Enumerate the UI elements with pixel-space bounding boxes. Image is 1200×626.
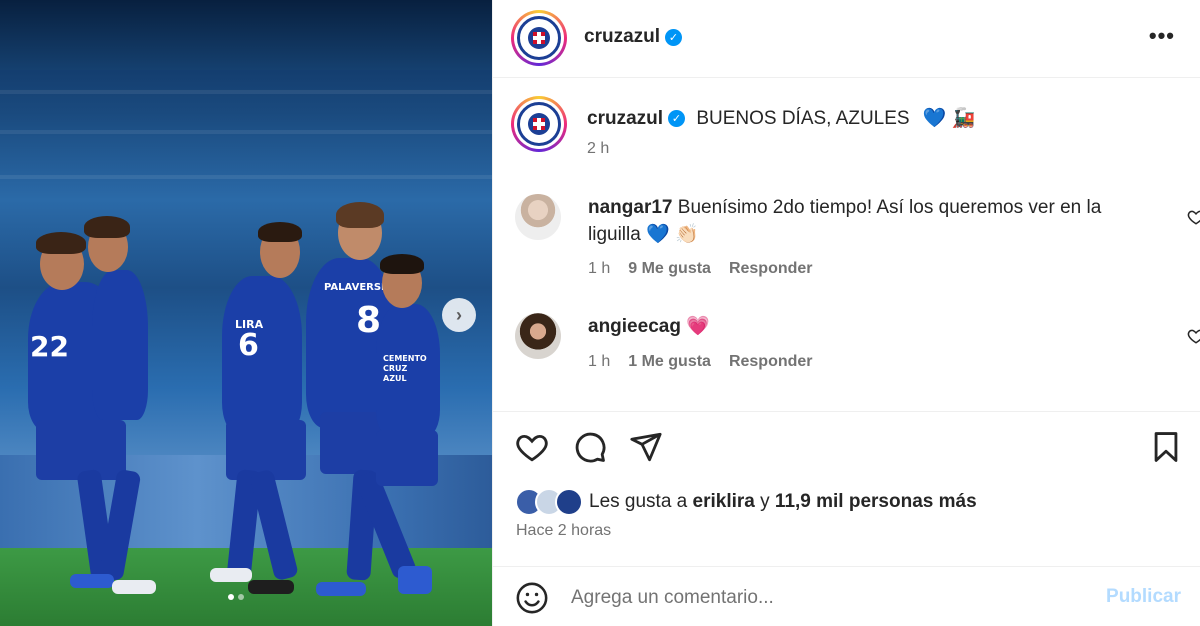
- reply-button[interactable]: Responder: [729, 260, 813, 278]
- post-side-panel: cruzazul ✓ ••• cruzazul ✓ BUENOS DÍAS, AZU…: [492, 0, 1200, 626]
- stadium-stands: [0, 0, 492, 70]
- likes-summary: Les gusta a eriklira y 11,9 mil personas…: [515, 488, 977, 516]
- stand-row: [0, 130, 492, 134]
- post-actions: Les gusta a eriklira y 11,9 mil personas…: [493, 411, 1200, 567]
- player-hair: [36, 232, 86, 254]
- crest-inner: [528, 27, 550, 49]
- comment-input[interactable]: [571, 581, 1091, 615]
- comment-time[interactable]: 1 h: [588, 353, 610, 371]
- header-user: cruzazul ✓: [584, 26, 683, 48]
- player-hair: [84, 216, 130, 238]
- sponsor-text: CEMENTO CRUZ AZUL: [383, 354, 427, 383]
- reply-button[interactable]: Responder: [729, 353, 813, 371]
- club-crest-icon: [517, 16, 561, 60]
- comment-meta: 1 h 9 Me gusta Responder: [588, 260, 813, 278]
- comment-likes[interactable]: 1 Me gusta: [628, 353, 711, 371]
- player-shoe: [112, 580, 156, 594]
- likes-others-link[interactable]: 11,9 mil personas más: [775, 491, 977, 512]
- player-shoe: [398, 566, 432, 594]
- stand-row: [0, 90, 492, 94]
- caption-avatar[interactable]: [511, 96, 567, 152]
- player-shoe: [316, 582, 366, 596]
- cross-icon: [533, 118, 545, 130]
- verified-badge-icon: ✓: [668, 110, 686, 128]
- caption-emojis: 💙 🚂: [922, 108, 976, 129]
- comment-username[interactable]: nangar17: [588, 197, 672, 218]
- more-options-button[interactable]: •••: [1148, 23, 1175, 48]
- more-horizontal-icon: •••: [1148, 23, 1175, 48]
- post-timestamp[interactable]: Hace 2 horas: [516, 522, 611, 540]
- add-comment-bar: Publicar: [493, 566, 1200, 626]
- liker-avatar: [555, 488, 583, 516]
- caption-timestamp[interactable]: 2 h: [587, 140, 609, 158]
- chevron-right-icon: ›: [456, 304, 462, 325]
- comment-emojis: 💗: [686, 316, 710, 337]
- comment-username[interactable]: angieecag: [588, 316, 681, 337]
- jersey-number: 22: [30, 330, 69, 363]
- verified-badge-icon: ✓: [665, 29, 683, 47]
- player-figure: [92, 270, 148, 420]
- player-shoe: [210, 568, 252, 582]
- caption-username[interactable]: cruzazul: [587, 108, 663, 129]
- likes-connector: y: [760, 491, 770, 512]
- profile-avatar[interactable]: [511, 10, 567, 66]
- heart-icon[interactable]: [1187, 327, 1200, 345]
- emoji-icon[interactable]: [515, 581, 549, 615]
- player-hair: [258, 222, 302, 242]
- player-figure: [222, 276, 302, 434]
- post-media: 22 LIRA 6 PALAVERSINA 8 CEMENTO CRUZ AZU…: [0, 0, 492, 626]
- jersey-number: 6: [238, 328, 259, 363]
- carousel-next-button[interactable]: ›: [442, 298, 476, 332]
- player-shorts: [376, 430, 438, 486]
- header-username[interactable]: cruzazul: [584, 26, 660, 47]
- caption-line: cruzazul ✓ BUENOS DÍAS, AZULES 💙 🚂: [587, 106, 975, 130]
- comment-meta: 1 h 1 Me gusta Responder: [588, 353, 813, 371]
- player-shoe: [70, 574, 114, 588]
- heart-icon[interactable]: [1187, 208, 1200, 226]
- carousel-dots: [228, 594, 244, 600]
- comment-body: nangar17 Buenísimo 2do tiempo! Así los q…: [588, 194, 1128, 248]
- likes-user-link[interactable]: eriklira: [693, 491, 755, 512]
- player-shoe: [248, 580, 294, 594]
- comment-emojis: 💙 👏🏻: [646, 224, 699, 245]
- avatar-inner: [514, 99, 564, 149]
- like-heart-icon[interactable]: [515, 430, 549, 464]
- commenter-avatar[interactable]: [515, 313, 561, 359]
- carousel-dot-active: [228, 594, 234, 600]
- crest-inner: [528, 113, 550, 135]
- post-header: cruzazul ✓ •••: [493, 0, 1200, 78]
- comment-bubble-icon[interactable]: [573, 430, 607, 464]
- avatar-inner: [514, 13, 564, 63]
- share-send-icon[interactable]: [629, 430, 663, 464]
- liker-avatars[interactable]: [515, 488, 583, 516]
- carousel-dot: [238, 594, 244, 600]
- player-hair: [380, 254, 424, 274]
- likes-prefix: Les gusta a: [589, 491, 688, 512]
- bookmark-icon[interactable]: [1149, 430, 1183, 464]
- club-crest-icon: [517, 102, 561, 146]
- publish-button[interactable]: Publicar: [1106, 586, 1181, 608]
- commenter-avatar[interactable]: [515, 194, 561, 240]
- comment-body: angieecag 💗: [588, 313, 1128, 340]
- cross-icon: [533, 32, 545, 44]
- comment-time[interactable]: 1 h: [588, 260, 610, 278]
- stand-row: [0, 175, 492, 179]
- player-hair: [336, 202, 384, 228]
- comment-likes[interactable]: 9 Me gusta: [628, 260, 711, 278]
- caption-text: BUENOS DÍAS, AZULES: [696, 108, 910, 129]
- likes-text: Les gusta a eriklira y 11,9 mil personas…: [589, 491, 977, 513]
